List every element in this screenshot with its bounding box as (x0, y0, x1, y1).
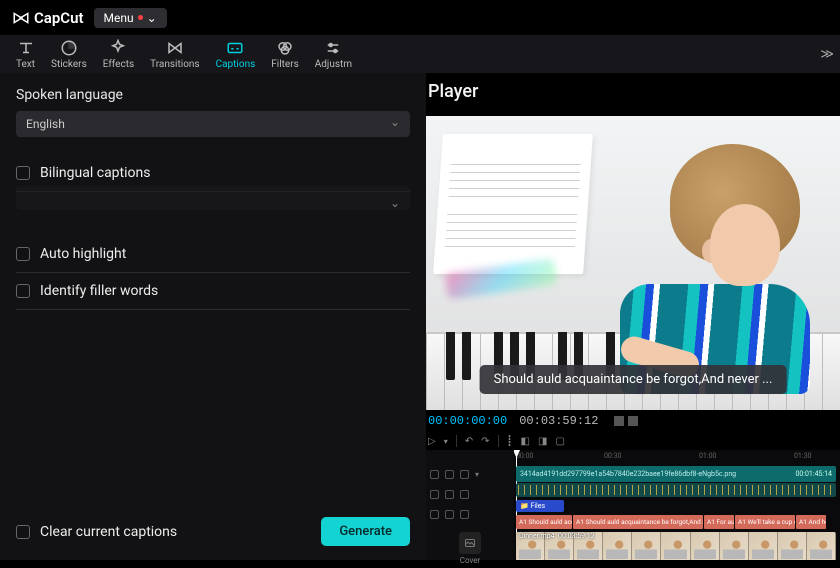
transitions-icon (166, 39, 184, 57)
trim-right-icon[interactable]: ◨ (538, 436, 547, 447)
track-row-controls (426, 504, 514, 524)
bilingual-checkbox[interactable] (16, 166, 30, 180)
video-thumbnail (691, 532, 720, 560)
audio-clip[interactable]: 3414ad4191dd297799e1a54b7840e232baee19fe… (516, 466, 836, 482)
captions-panel: Spoken language English Bilingual captio… (0, 73, 426, 560)
delete-icon[interactable]: ▢ (555, 436, 564, 447)
stickers-icon (60, 39, 78, 57)
logo: CapCut (12, 9, 84, 27)
chevron-down-icon: ⌄ (147, 11, 157, 25)
video-thumbnail (661, 532, 690, 560)
generate-button[interactable]: Generate (321, 517, 410, 546)
spoken-language-label: Spoken language (16, 87, 410, 103)
text-icon (17, 39, 35, 57)
video-thumbnail (807, 532, 836, 560)
tool-filters[interactable]: Filters (263, 37, 307, 72)
lock-icon[interactable] (430, 490, 439, 499)
time-ruler[interactable]: 00:00 00:30 01:00 01:30 (514, 450, 840, 464)
view-grid-icon[interactable] (614, 416, 624, 426)
filler-words-checkbox[interactable] (16, 284, 30, 298)
caption-track[interactable]: A1 Should auld acquaiA1 Should auld acqu… (516, 515, 826, 529)
video-thumbnail (749, 532, 778, 560)
menu-button[interactable]: Menu⌄ (94, 8, 167, 28)
hide-icon[interactable] (460, 470, 469, 479)
notification-dot-icon (138, 15, 143, 20)
timeline-toolbar: ▷▾ ↶ ↷ ┋ ◧ ◨ ▢ (426, 432, 840, 450)
track-row-controls (426, 484, 514, 504)
video-thumbnail (720, 532, 749, 560)
adjustment-icon (324, 39, 342, 57)
timeline: ▾ Cover 00:00 00:30 01:00 01:30 3414ad41… (426, 450, 840, 560)
video-thumbnail (778, 532, 807, 560)
lock-icon[interactable] (430, 470, 439, 479)
caption-overlay: Should auld acquaintance be forgot,And n… (480, 365, 787, 394)
caption-segment[interactable]: A1 For auld (704, 515, 734, 529)
toolbar-more-icon[interactable]: ≫ (820, 47, 834, 62)
video-clip-label: Dinner.mp4 00:03:59:12 (519, 532, 595, 540)
video-thumbnail (603, 532, 632, 560)
tool-captions[interactable]: Captions (208, 37, 264, 72)
player-title: Player (426, 73, 840, 116)
tool-transitions[interactable]: Transitions (142, 37, 207, 72)
track-area[interactable]: 00:00 00:30 01:00 01:30 3414ad4191dd2977… (514, 450, 840, 560)
lock-icon[interactable] (430, 510, 439, 519)
timeline-header: 00:00:00:00 00:03:59:12 (426, 410, 840, 432)
track-row-controls: ▾ (426, 464, 514, 484)
tool-effects[interactable]: Effects (95, 37, 142, 72)
mute-icon[interactable] (445, 510, 454, 519)
image-icon (464, 537, 476, 549)
hide-icon[interactable] (460, 490, 469, 499)
language-select[interactable]: English (16, 111, 410, 137)
clear-captions-checkbox[interactable] (16, 525, 30, 539)
redo-icon[interactable]: ↷ (481, 436, 489, 447)
capcut-logo-icon (12, 9, 30, 27)
duration-timecode: 00:03:59:12 (519, 414, 598, 428)
effects-icon (109, 39, 127, 57)
files-clip[interactable]: 📁 Files (516, 500, 564, 512)
auto-highlight-checkbox[interactable] (16, 247, 30, 261)
auto-highlight-label: Auto highlight (40, 246, 126, 262)
filters-icon (276, 39, 294, 57)
mute-icon[interactable] (445, 470, 454, 479)
app-header: CapCut Menu⌄ (0, 0, 840, 35)
split-icon[interactable]: ┋ (507, 436, 513, 447)
video-thumbnail (632, 532, 661, 560)
cover-slot[interactable]: Cover (426, 528, 514, 568)
tool-stickers[interactable]: Stickers (43, 37, 95, 72)
caption-segment[interactable]: A1 Should auld acquaintance be forgot,An… (573, 515, 703, 529)
tool-toolbar: Text Stickers Effects Transitions Captio… (0, 35, 840, 73)
app-name: CapCut (34, 9, 84, 27)
clear-captions-label: Clear current captions (40, 524, 177, 540)
caption-segment[interactable]: A1 And he (796, 515, 826, 529)
tool-adjustment[interactable]: Adjustm (307, 37, 360, 72)
captions-icon (226, 39, 244, 57)
audio-waveform[interactable] (516, 483, 836, 497)
view-list-icon[interactable] (628, 416, 638, 426)
hide-icon[interactable] (460, 510, 469, 519)
bilingual-label: Bilingual captions (40, 165, 150, 181)
filler-words-label: Identify filler words (40, 283, 158, 299)
tool-text[interactable]: Text (8, 37, 43, 72)
pointer-tool-icon[interactable]: ▷ (428, 436, 436, 447)
caption-segment[interactable]: A1 Should auld acquai (516, 515, 572, 529)
track-controls: ▾ Cover (426, 450, 514, 560)
undo-icon[interactable]: ↶ (465, 436, 473, 447)
trim-left-icon[interactable]: ◧ (521, 436, 530, 447)
bilingual-language-select[interactable] (16, 186, 410, 210)
mute-icon[interactable] (445, 490, 454, 499)
video-preview[interactable]: Should auld acquaintance be forgot,And n… (426, 116, 840, 410)
current-timecode: 00:00:00:00 (428, 414, 507, 428)
caption-segment[interactable]: A1 We'll take a cup of (735, 515, 795, 529)
